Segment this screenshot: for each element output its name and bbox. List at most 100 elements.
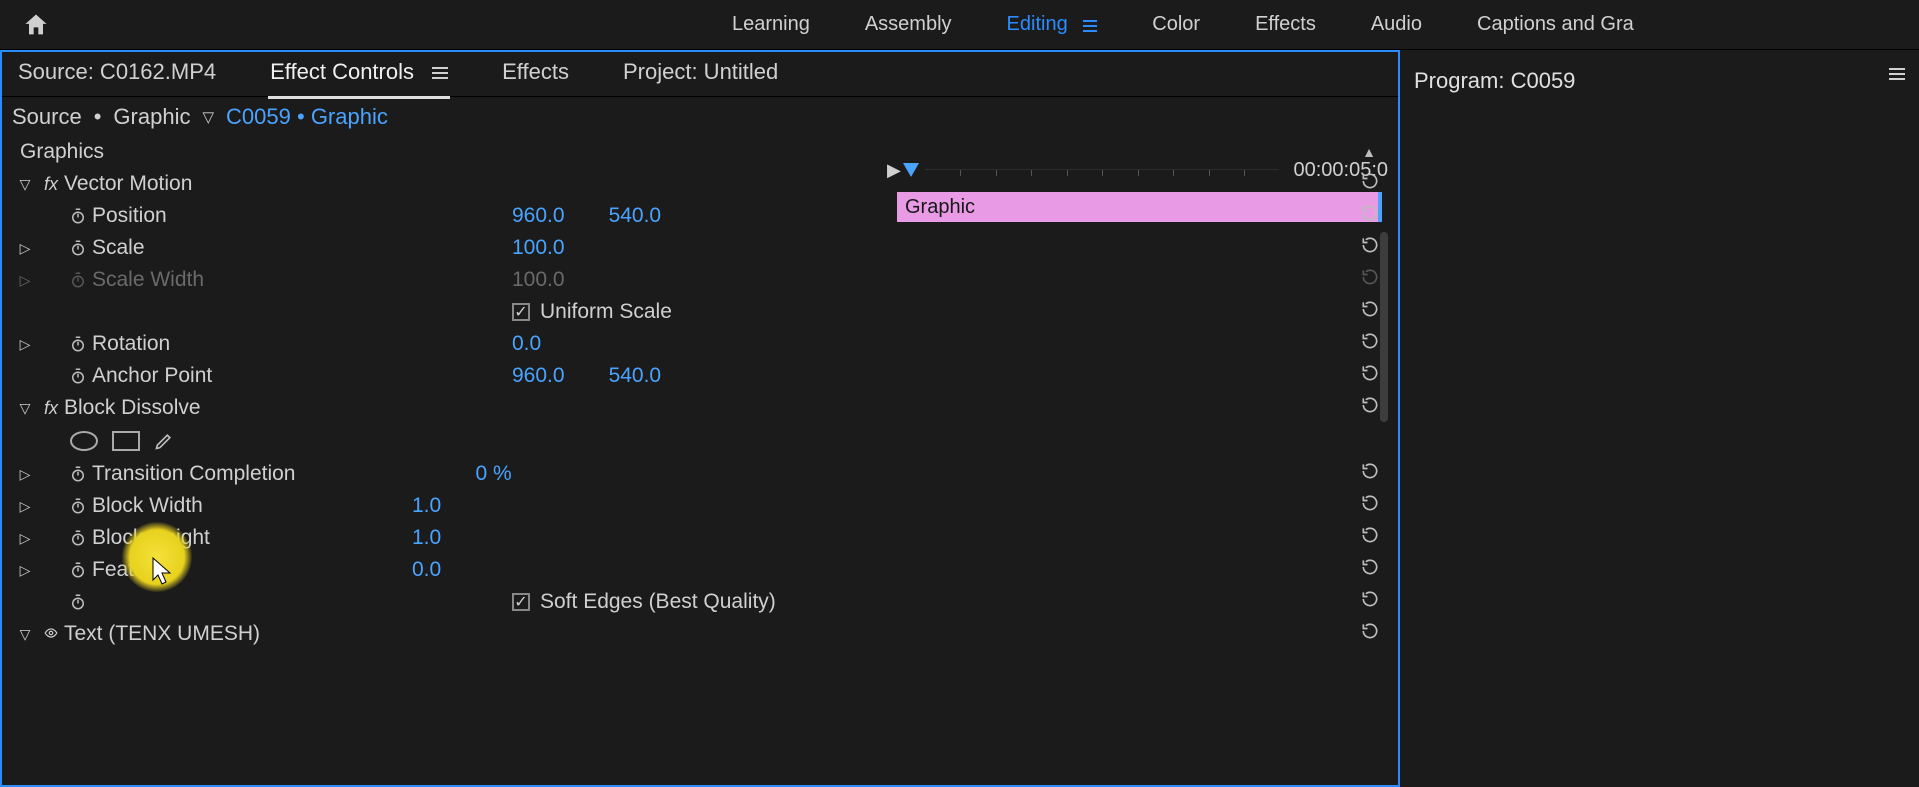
panel-tab-effects[interactable]: Effects [500,51,571,97]
mask-shape-row [2,424,1398,458]
panel-tab-menu-icon[interactable] [432,67,448,79]
value-position-y[interactable]: 540.0 [609,204,662,228]
reset-icon [1360,267,1380,293]
breadcrumb-sequence-item: Graphic [311,104,388,129]
effect-label: Vector Motion [64,172,204,196]
rectangle-mask-icon[interactable] [112,431,140,451]
fx-badge-icon[interactable]: fx [38,174,64,195]
value-block-width[interactable]: 1.0 [412,494,441,518]
panel-menu-icon[interactable] [1889,68,1905,80]
prop-transition-completion: ▷ Transition Completion 0 % [2,458,1398,490]
reset-icon[interactable] [1360,557,1380,583]
reset-icon[interactable] [1360,461,1380,487]
breadcrumb-sequence[interactable]: C0059 • Graphic [226,104,388,130]
home-icon[interactable] [20,10,52,40]
value-scale-width: 100.0 [512,268,565,292]
checkbox-soft-edges[interactable] [512,593,530,611]
prop-scale-width: ▷ Scale Width 100.0 [2,264,1398,296]
value-scale[interactable]: 100.0 [512,236,565,260]
pen-mask-icon[interactable] [154,431,174,451]
reset-icon[interactable] [1360,525,1380,551]
reset-icon[interactable] [1360,299,1380,325]
value-anchor-y[interactable]: 540.0 [609,364,662,388]
workspace-submenu-icon[interactable] [1083,17,1097,34]
workspace-tab-effects[interactable]: Effects [1255,13,1316,36]
prop-block-height: ▷ Block Height 1.0 [2,522,1398,554]
stopwatch-icon[interactable] [69,465,87,483]
eye-icon[interactable] [38,624,64,645]
twirl-right-icon[interactable]: ▷ [12,466,38,483]
effect-text[interactable]: ▽ Text (TENX UMESH) [2,618,1398,650]
panel-tab-label: Effect Controls [270,59,414,84]
prop-label: Scale [92,236,232,260]
fx-badge-icon[interactable]: fx [38,398,64,419]
stopwatch-icon [69,271,87,289]
workspace-tab-learning[interactable]: Learning [732,13,810,36]
twirl-down-icon[interactable]: ▽ [12,400,38,417]
value-block-height[interactable]: 1.0 [412,526,441,550]
twirl-right-icon[interactable]: ▷ [12,530,38,547]
workspace-tab-audio[interactable]: Audio [1371,13,1422,36]
ellipse-mask-icon[interactable] [70,431,98,451]
twirl-right-icon[interactable]: ▷ [12,336,38,353]
workspace-tab-editing[interactable]: Editing [1007,13,1098,36]
stopwatch-icon[interactable] [69,239,87,257]
reset-icon[interactable] [1360,203,1380,229]
breadcrumb-source-label: Source [12,104,82,130]
value-position-x[interactable]: 960.0 [512,204,565,228]
prop-label: Soft Edges (Best Quality) [540,590,776,614]
reset-icon[interactable] [1360,493,1380,519]
effect-label: Text (TENX UMESH) [64,622,260,646]
twirl-right-icon[interactable]: ▷ [12,272,38,289]
workspace-tab-color[interactable]: Color [1152,13,1200,36]
panel-tab-source[interactable]: Source: C0162.MP4 [16,51,218,97]
checkbox-uniform-scale[interactable] [512,303,530,321]
stopwatch-icon[interactable] [69,561,87,579]
stopwatch-icon[interactable] [69,593,87,611]
stopwatch-icon[interactable] [69,529,87,547]
prop-block-width: ▷ Block Width 1.0 [2,490,1398,522]
breadcrumb-source-item: Graphic [113,104,190,130]
stopwatch-icon[interactable] [69,335,87,353]
prop-label: Position [92,204,232,228]
prop-anchor-point: Anchor Point 960.0 540.0 [2,360,1398,392]
program-panel-title: Program: C0059 [1414,68,1575,94]
panel-tab-project[interactable]: Project: Untitled [621,51,780,97]
effect-vector-motion[interactable]: ▽ fx Vector Motion [2,168,1398,200]
reset-icon[interactable] [1360,589,1380,615]
vertical-scrollbar[interactable] [1380,232,1388,422]
workspace-tab-assembly[interactable]: Assembly [865,13,952,36]
effect-block-dissolve[interactable]: ▽ fx Block Dissolve [2,392,1398,424]
value-rotation[interactable]: 0.0 [512,332,541,356]
twirl-right-icon[interactable]: ▷ [12,240,38,257]
reset-icon[interactable] [1360,331,1380,357]
reset-icon[interactable] [1360,395,1380,421]
value-anchor-x[interactable]: 960.0 [512,364,565,388]
stopwatch-icon[interactable] [69,367,87,385]
twirl-down-icon[interactable]: ▽ [12,176,38,193]
workspace-tab-label: Editing [1007,13,1068,35]
property-list: ▽ fx Vector Motion Position 960.0 540.0 … [2,168,1398,650]
value-transition-completion[interactable]: 0 % [475,462,511,486]
twirl-down-icon[interactable]: ▽ [12,626,38,643]
reset-icon[interactable] [1360,235,1380,261]
reset-icon[interactable] [1360,171,1380,197]
prop-label: Scale Width [92,268,232,292]
stopwatch-icon[interactable] [69,497,87,515]
effect-label: Block Dissolve [64,396,204,420]
reset-icon[interactable] [1360,363,1380,389]
workspace-tab-captions[interactable]: Captions and Gra [1477,13,1634,36]
twirl-right-icon[interactable]: ▷ [12,562,38,579]
twirl-right-icon[interactable]: ▷ [12,498,38,515]
stopwatch-icon[interactable] [69,207,87,225]
effect-controls-panel: Source: C0162.MP4 Effect Controls Effect… [0,50,1400,787]
prop-position: Position 960.0 540.0 [2,200,1398,232]
value-feather[interactable]: 0.0 [412,558,441,582]
panel-tab-effect-controls[interactable]: Effect Controls [268,51,450,97]
reset-icon[interactable] [1360,621,1380,647]
collapse-up-icon[interactable]: ▲ [1362,144,1376,160]
prop-label: Transition Completion [92,462,295,486]
prop-scale: ▷ Scale 100.0 [2,232,1398,264]
chevron-down-icon[interactable]: ▽ [202,108,214,126]
prop-soft-edges: Soft Edges (Best Quality) [2,586,1398,618]
